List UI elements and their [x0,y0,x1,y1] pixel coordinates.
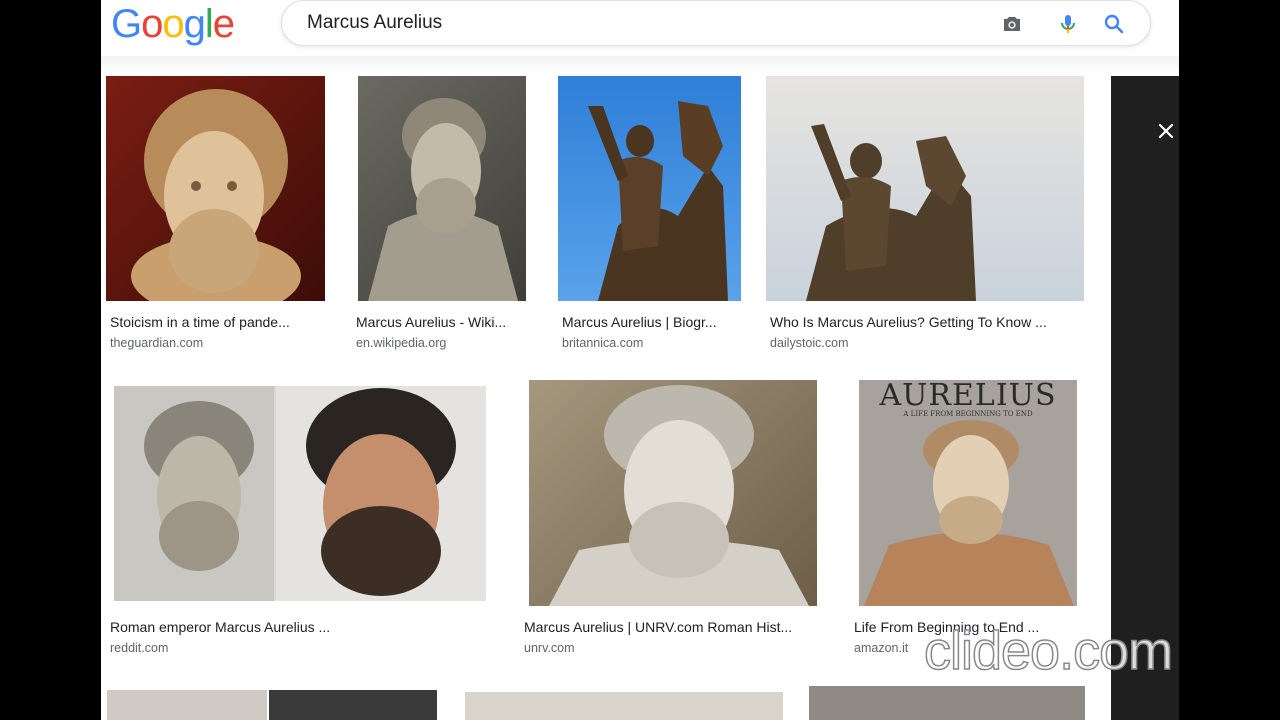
result-thumbnail[interactable] [269,690,437,720]
result-thumbnail[interactable] [106,76,325,301]
google-logo[interactable]: Google [111,2,235,47]
result-thumbnail[interactable] [558,76,741,301]
image-result[interactable]: Marcus Aurelius | Biogr... britannica.co… [558,76,742,356]
result-source[interactable]: britannica.com [562,336,643,350]
result-thumbnail[interactable] [529,380,817,606]
result-thumbnail[interactable] [809,686,1085,720]
screen: Google Marcus Aurelius Stoicism in a tim… [0,0,1280,720]
result-caption[interactable]: Stoicism in a time of pande... [110,314,325,330]
result-thumbnail[interactable] [465,692,783,720]
image-result[interactable]: Marcus Aurelius - Wiki... en.wikipedia.o… [356,76,528,356]
search-header: Google [101,0,1179,58]
image-result[interactable]: Roman emperor Marcus Aurelius ... reddit… [106,380,491,665]
image-result[interactable]: Marcus Aurelius | UNRV.com Roman Hist...… [522,380,822,665]
result-thumbnail[interactable]: AURELIUS A LIFE FROM BEGINNING TO END [859,380,1077,606]
result-source[interactable]: theguardian.com [110,336,203,350]
bust-image [368,98,518,301]
search-icon[interactable] [1102,12,1126,36]
result-thumbnail[interactable] [358,76,526,301]
image-result[interactable]: Stoicism in a time of pande... theguardi… [106,76,326,356]
result-caption[interactable]: Who Is Marcus Aurelius? Getting To Know … [770,314,1086,330]
result-source[interactable]: unrv.com [524,641,574,655]
header-divider [101,56,1179,74]
result-thumbnail[interactable] [766,76,1084,301]
logo-letter: o [141,2,163,46]
close-icon[interactable] [1155,120,1177,142]
result-source[interactable]: amazon.it [854,641,908,655]
result-source[interactable]: en.wikipedia.org [356,336,446,350]
bust-image [549,385,809,606]
image-result[interactable]: Who Is Marcus Aurelius? Getting To Know … [766,76,1086,356]
face-comparison-image [114,386,486,601]
result-caption[interactable]: Marcus Aurelius | UNRV.com Roman Hist... [524,619,822,635]
search-input[interactable] [307,1,957,45]
result-source[interactable]: dailystoic.com [770,336,849,350]
clideo-watermark: clideo.com [923,620,1174,682]
book-cover-title: AURELIUS [879,380,1057,413]
google-images-page: Google Marcus Aurelius Stoicism in a tim… [101,0,1179,720]
result-caption[interactable]: Marcus Aurelius - Wiki... [356,314,526,330]
book-cover-subtitle: A LIFE FROM BEGINNING TO END [903,410,1033,418]
logo-letter: G [111,2,142,46]
result-caption[interactable]: Roman emperor Marcus Aurelius ... [110,619,490,635]
bust-image [131,89,301,301]
search-box[interactable] [281,0,1151,46]
result-source[interactable]: reddit.com [110,641,168,655]
result-caption[interactable]: Marcus Aurelius | Biogr... [562,314,742,330]
mic-icon[interactable] [1056,12,1080,36]
result-thumbnail[interactable] [107,690,267,720]
logo-letter: l [204,2,214,46]
statue-image [806,124,976,301]
statue-image [588,101,728,301]
logo-letter: g [183,2,206,46]
camera-icon[interactable] [1000,12,1024,36]
logo-letter: o [162,2,184,46]
logo-letter: e [212,2,235,46]
result-thumbnail[interactable] [114,386,486,601]
